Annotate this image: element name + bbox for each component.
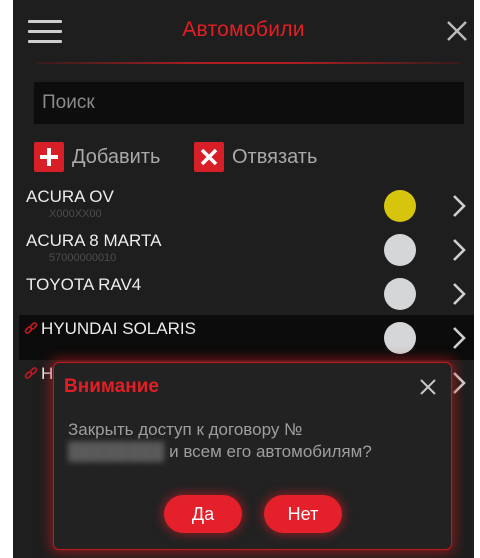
no-button[interactable]: Нет xyxy=(264,495,342,533)
car-row[interactable]: ACURA 8 MARTA 57000000010 xyxy=(19,227,474,272)
status-indicator xyxy=(384,278,416,310)
car-name: ACURA 8 MARTA xyxy=(26,231,162,250)
app-screen: Автомобили Добавить Отвязать ACURA OV X0… xyxy=(13,0,474,558)
header-divider xyxy=(37,62,461,64)
dialog-message-line2: и всем его автомобилям? xyxy=(169,442,372,461)
chevron-right-icon[interactable] xyxy=(451,281,467,307)
car-row[interactable]: ACURA OV X000XX00 xyxy=(19,183,474,228)
unbind-button[interactable]: Отвязать xyxy=(194,141,317,173)
status-indicator xyxy=(384,234,416,266)
contract-number-redacted: ████████ xyxy=(68,442,165,461)
car-plate: 57000000010 xyxy=(49,252,117,264)
status-indicator xyxy=(384,190,416,222)
status-indicator xyxy=(384,322,416,354)
car-row[interactable]: TOYOTA RAV4 xyxy=(19,271,474,316)
unbind-button-label: Отвязать xyxy=(232,145,318,168)
car-name: H xyxy=(41,364,54,383)
chevron-right-icon[interactable] xyxy=(451,325,467,351)
close-icon[interactable] xyxy=(443,17,471,45)
header: Автомобили xyxy=(13,0,474,62)
dialog-message-line1: Закрыть доступ к договору № xyxy=(68,420,303,439)
add-button[interactable]: Добавить xyxy=(34,141,160,173)
cross-icon xyxy=(194,142,224,172)
yes-button[interactable]: Да xyxy=(164,495,242,533)
dialog-message: Закрыть доступ к договору № ████████ и в… xyxy=(68,419,372,463)
plus-icon xyxy=(34,142,64,172)
chevron-right-icon[interactable] xyxy=(451,193,467,219)
car-name: HYUNDAI SOLARIS xyxy=(41,319,196,338)
chevron-right-icon[interactable] xyxy=(451,237,467,263)
chevron-right-icon[interactable] xyxy=(451,370,467,396)
dialog-title: Внимание xyxy=(64,376,159,397)
car-plate: X000XX00 xyxy=(49,208,102,220)
add-button-label: Добавить xyxy=(72,145,161,168)
confirm-dialog: Внимание Закрыть доступ к договору № ███… xyxy=(53,362,452,550)
page-title: Автомобили xyxy=(182,18,305,41)
car-row-selected[interactable]: HYUNDAI SOLARIS xyxy=(19,315,474,360)
link-icon xyxy=(24,322,38,334)
car-name: ACURA OV xyxy=(26,187,114,206)
link-icon xyxy=(24,367,38,379)
car-name: TOYOTA RAV4 xyxy=(26,275,142,294)
close-icon[interactable] xyxy=(418,377,438,397)
search-input[interactable] xyxy=(34,82,464,124)
